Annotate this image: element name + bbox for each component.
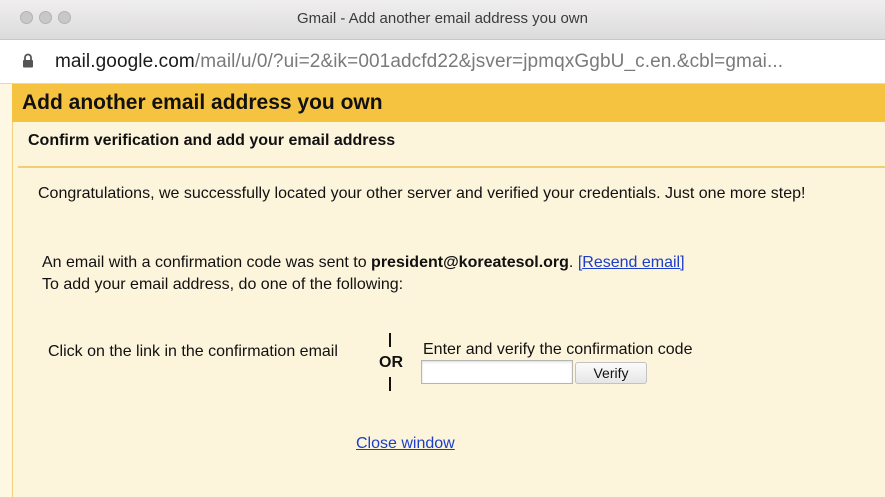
url-text[interactable]: mail.google.com/mail/u/0/?ui=2&ik=001adc… [55, 51, 875, 73]
or-separator: OR [374, 333, 408, 395]
window-title: Gmail - Add another email address you ow… [297, 10, 588, 27]
or-label: OR [379, 354, 403, 371]
congratulations-text: Congratulations, we successfully located… [38, 185, 806, 202]
resend-email-link[interactable]: [Resend email] [578, 254, 685, 271]
resend-close-bracket: ] [680, 254, 685, 271]
confirmation-info: An email with a confirmation code was se… [42, 252, 862, 296]
or-line-top [389, 333, 391, 347]
window-titlebar: Gmail - Add another email address you ow… [0, 0, 885, 40]
sent-prefix-text: An email with a confirmation code was se… [42, 254, 372, 271]
dialog-header: Add another email address you own [12, 84, 885, 122]
verify-button[interactable]: Verify [575, 362, 647, 384]
confirmation-code-input[interactable] [421, 360, 573, 384]
or-line-bottom [389, 377, 391, 391]
sent-suffix-text: . [568, 254, 578, 271]
option-enter-code-text: Enter and verify the confirmation code [423, 341, 693, 358]
option-click-link-text: Click on the link in the confirmation em… [48, 343, 338, 360]
lock-icon [22, 53, 34, 73]
instruction-text: To add your email address, do one of the… [42, 276, 404, 293]
section-divider [18, 166, 885, 168]
dialog-title: Add another email address you own [22, 91, 383, 114]
resend-label: Resend email [582, 254, 681, 271]
url-host: mail.google.com [55, 51, 195, 72]
email-address: president@koreatesol.org [371, 254, 569, 271]
url-path: /mail/u/0/?ui=2&ik=001adcfd22&jsver=jpmq… [194, 51, 784, 72]
section-heading: Confirm verification and add your email … [28, 132, 396, 149]
address-bar[interactable]: mail.google.com/mail/u/0/?ui=2&ik=001adc… [0, 40, 885, 84]
close-window-link[interactable]: Close window [356, 435, 455, 453]
